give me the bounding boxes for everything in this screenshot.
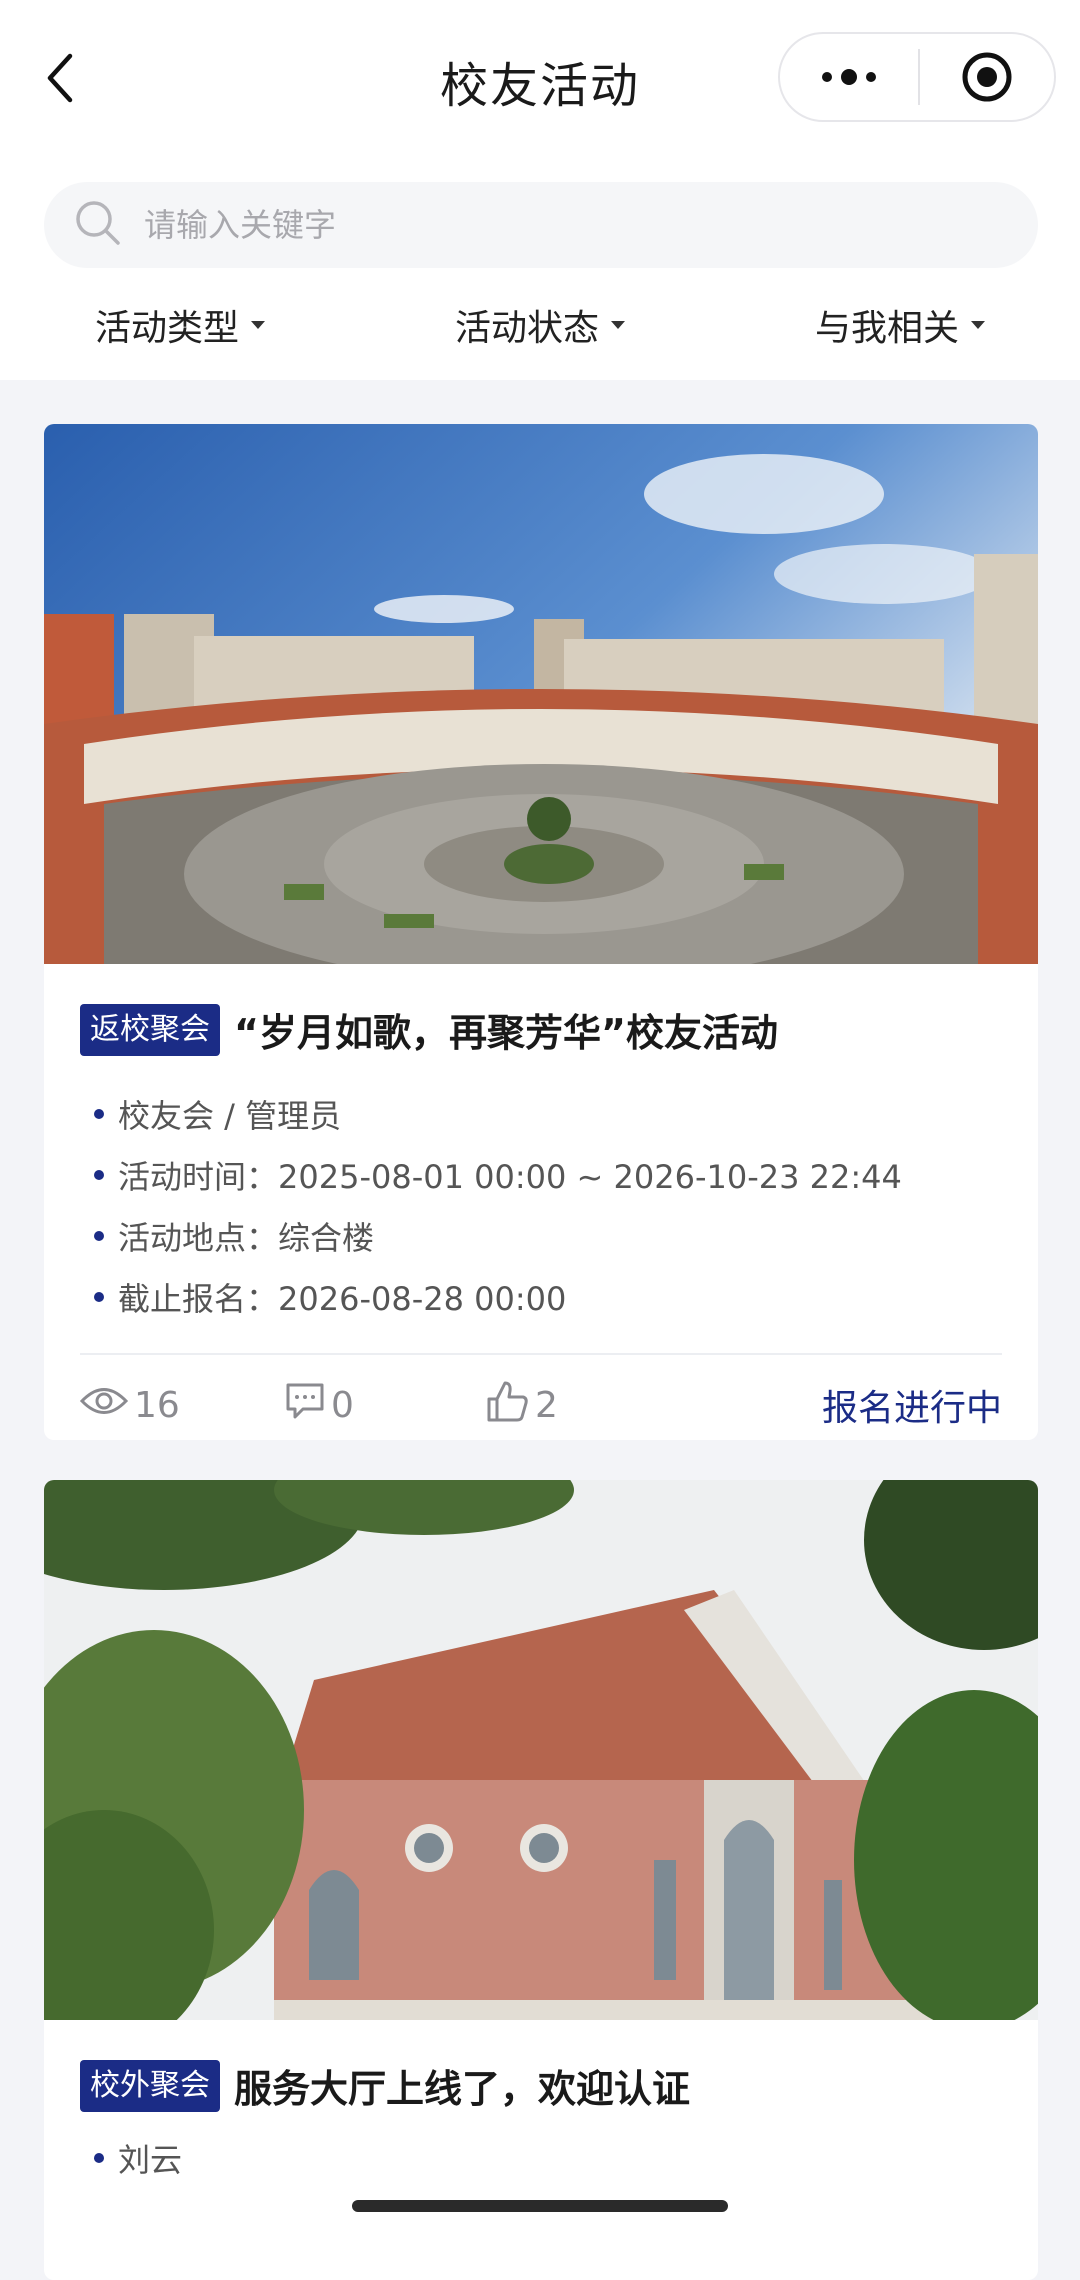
caret-down-icon bbox=[971, 321, 985, 329]
filter-related-to-me[interactable]: 与我相关 bbox=[775, 299, 1025, 351]
activity-location-text: 活动地点：综合楼 bbox=[118, 1218, 375, 1257]
likes-stat[interactable]: 2 bbox=[485, 1379, 558, 1432]
comments-count: 0 bbox=[331, 1384, 354, 1426]
thumbs-up-icon bbox=[485, 1379, 529, 1432]
top-nav-bar: 校友活动 bbox=[0, 0, 1080, 160]
registration-deadline-text: 截止报名：2026-08-28 00:00 bbox=[118, 1279, 567, 1318]
bullet-dot bbox=[94, 1230, 104, 1241]
filter-activity-status[interactable]: 活动状态 bbox=[415, 299, 665, 351]
activity-card[interactable]: 返校聚会 “岁月如歌，再聚芳华”校友活动 校友会 / 管理员 活动时间：2025… bbox=[44, 424, 1038, 1440]
activity-time-text: 活动时间：2025-08-01 00:00 ~ 2026-10-23 22:44 bbox=[118, 1157, 902, 1196]
activity-location-row: 活动地点：综合楼 bbox=[80, 1205, 1002, 1266]
filter-bar: 活动类型 活动状态 与我相关 bbox=[0, 290, 1080, 360]
activity-cover-image bbox=[44, 1480, 1038, 2020]
activity-time-row: 活动时间：2025-08-01 00:00 ~ 2026-10-23 22:44 bbox=[80, 1144, 1002, 1205]
home-indicator[interactable] bbox=[352, 2200, 728, 2212]
search-input[interactable] bbox=[144, 206, 1004, 244]
card-title-row: 返校聚会 “岁月如歌，再聚芳华”校友活动 bbox=[80, 1002, 1002, 1057]
activity-title[interactable]: “岁月如歌，再聚芳华”校友活动 bbox=[234, 1002, 778, 1057]
card-title-row: 校外聚会 服务大厅上线了，欢迎认证 bbox=[80, 2058, 1002, 2113]
filter-activity-type[interactable]: 活动类型 bbox=[55, 299, 305, 351]
comments-stat[interactable]: 0 bbox=[285, 1382, 354, 1429]
views-count: 16 bbox=[134, 1384, 180, 1426]
activity-card[interactable]: 校外聚会 服务大厅上线了，欢迎认证 刘云 bbox=[44, 1480, 1038, 2280]
organizer-text: 校友会 / 管理员 bbox=[118, 1096, 342, 1135]
registration-status[interactable]: 报名进行中 bbox=[822, 1379, 1002, 1431]
organizer-text: 刘云 bbox=[118, 2140, 183, 2179]
filter-label: 活动状态 bbox=[454, 308, 599, 349]
activity-info-list: 校友会 / 管理员 活动时间：2025-08-01 00:00 ~ 2026-1… bbox=[80, 1083, 1002, 1327]
organizer-row: 刘云 bbox=[80, 2127, 1002, 2188]
category-tag: 返校聚会 bbox=[80, 1003, 220, 1056]
search-icon bbox=[74, 199, 122, 251]
activity-info-list: 刘云 bbox=[80, 2127, 1002, 2188]
comment-icon bbox=[285, 1382, 325, 1429]
filter-label: 活动类型 bbox=[94, 308, 239, 349]
search-and-filter-area: 活动类型 活动状态 与我相关 bbox=[0, 160, 1080, 380]
registration-deadline-row: 截止报名：2026-08-28 00:00 bbox=[80, 1266, 1002, 1327]
likes-count: 2 bbox=[535, 1384, 558, 1426]
filter-label: 与我相关 bbox=[814, 308, 959, 349]
activity-cover-image bbox=[44, 424, 1038, 964]
card-stats-row: 16 0 2 报名进行中 bbox=[79, 1355, 1002, 1440]
bullet-dot bbox=[94, 2152, 104, 2163]
caret-down-icon bbox=[611, 321, 625, 329]
eye-icon bbox=[79, 1384, 129, 1427]
organizer-row: 校友会 / 管理员 bbox=[80, 1083, 1002, 1144]
search-bar[interactable] bbox=[44, 182, 1038, 268]
more-icon[interactable] bbox=[780, 34, 918, 120]
bullet-dot bbox=[94, 1108, 104, 1119]
close-miniprogram-icon[interactable] bbox=[920, 34, 1054, 120]
views-stat: 16 bbox=[79, 1384, 180, 1427]
bullet-dot bbox=[94, 1169, 104, 1180]
activity-title[interactable]: 服务大厅上线了，欢迎认证 bbox=[234, 2058, 690, 2113]
caret-down-icon bbox=[251, 321, 265, 329]
bullet-dot bbox=[94, 1291, 104, 1302]
miniprogram-capsule bbox=[778, 32, 1056, 122]
category-tag: 校外聚会 bbox=[80, 2059, 220, 2112]
